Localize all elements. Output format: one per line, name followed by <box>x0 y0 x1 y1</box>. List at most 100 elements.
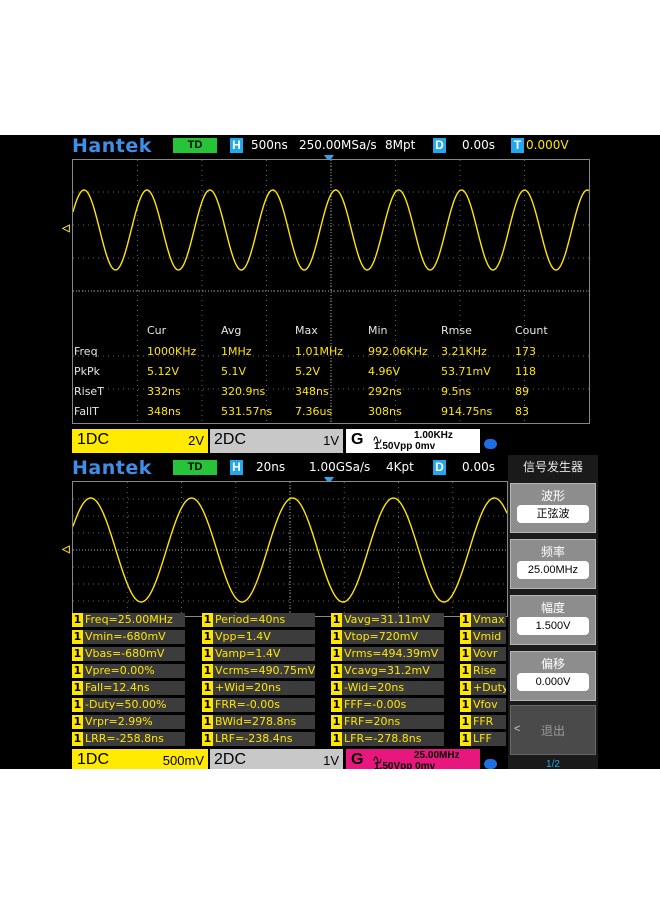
measurement-cell: 1 FRF=20ns <box>331 715 444 729</box>
memory-depth[interactable]: 8Mpt <box>385 138 415 153</box>
ch2-status-bottom[interactable]: 2DC 1V <box>210 749 343 769</box>
measurement-text: Rise <box>473 664 497 677</box>
riset-max: 348ns <box>295 385 329 398</box>
measurement-cell: 1 LRR=-258.8ns <box>72 732 185 746</box>
measurement-text: FFR <box>473 715 494 728</box>
measurement-cell: 1 Vbas=-680mV <box>72 647 185 661</box>
exit-button[interactable]: < 退出 <box>510 705 596 755</box>
measurement-text: LRR=-258.8ns <box>85 732 164 745</box>
h-icon: H <box>230 138 243 153</box>
mode-badge-bottom[interactable]: TD <box>173 460 217 475</box>
frequency-value: 25.00MHz <box>517 561 589 579</box>
delay-value-bottom[interactable]: 0.00s <box>462 460 495 475</box>
ch1-level-marker-bottom[interactable]: ◁ <box>62 545 71 555</box>
channel-number-badge: 1 <box>72 647 83 661</box>
channel-number-badge: 1 <box>72 715 83 729</box>
channel-number-badge: 1 <box>460 664 471 678</box>
amplitude-value: 1.500V <box>517 617 589 635</box>
offset-button[interactable]: 偏移 0.000V <box>510 651 596 701</box>
generator-amplitude-bottom: 1.50Vpp 0mv <box>374 761 436 769</box>
delay-value[interactable]: 0.00s <box>462 138 495 153</box>
channel-number-badge: 1 <box>460 613 471 627</box>
pkpk-min: 4.96V <box>368 365 401 378</box>
waveform-button[interactable]: 波形 正弦波 <box>510 483 596 533</box>
header-max: Max <box>295 324 318 337</box>
signal-generator-menu: 信号发生器 波形 正弦波 频率 25.00MHz 幅度 1.500V 偏移 0.… <box>508 455 598 769</box>
measurement-cell: 1 Vmid <box>460 630 506 644</box>
measurement-text: Vavg=31.11mV <box>344 613 430 626</box>
measurement-cell: 1 Vovr <box>460 647 506 661</box>
channel-number-badge: 1 <box>460 630 471 644</box>
menu-page-indicator[interactable]: 1/2 <box>508 759 598 769</box>
measurement-text: Vrpr=2.99% <box>85 715 153 728</box>
top-status-bar: Hantek TD H 500ns 250.00MSa/s 8Mpt D 0.0… <box>0 135 660 157</box>
channel-number-badge: 1 <box>460 681 471 695</box>
timebase-value[interactable]: 500ns <box>251 138 288 153</box>
pkpk-cur: 5.12V <box>147 365 180 378</box>
measurement-cell: 1 Rise <box>460 664 506 678</box>
ch2-label: 2DC <box>214 431 247 448</box>
ch2-status[interactable]: 2DC 1V <box>210 429 343 453</box>
measurement-text: FRF=20ns <box>344 715 401 728</box>
measurement-text: +Duty <box>473 681 506 694</box>
measurement-text: -Wid=20ns <box>344 681 405 694</box>
row-freq-label: Freq <box>74 345 98 358</box>
memory-depth-bottom[interactable]: 4Kpt <box>386 460 414 475</box>
measurement-cell: 1 +Duty <box>460 681 506 695</box>
channel-number-badge: 1 <box>202 681 213 695</box>
oscilloscope-screen: Hantek TD H 500ns 250.00MSa/s 8Mpt D 0.0… <box>0 135 660 769</box>
measurement-text: Freq=25.00MHz <box>85 613 173 626</box>
measurement-text: Vpp=1.4V <box>215 630 271 643</box>
ch2-scale: 1V <box>323 433 339 448</box>
all-measurements-grid: 1 Freq=25.00MHz 1 Vmin=-680mV 1 Vbas=-680mV 1 V… <box>72 613 506 747</box>
measurement-text: Vfov <box>473 698 498 711</box>
ch2-label-bottom: 2DC <box>214 751 247 768</box>
channel-number-badge: 1 <box>202 732 213 746</box>
brand-logo-bottom: Hantek <box>72 457 152 479</box>
measurement-cell: 1 Vmax <box>460 613 506 627</box>
measurement-cell: 1 Vcrms=490.75mV <box>202 664 315 678</box>
channel-number-badge: 1 <box>202 664 213 678</box>
measurement-cell: 1 Freq=25.00MHz <box>72 613 185 627</box>
mode-badge[interactable]: TD <box>173 138 217 153</box>
ch1-scale: 2V <box>188 433 204 448</box>
amplitude-button[interactable]: 幅度 1.500V <box>510 595 596 645</box>
generator-status[interactable]: G ∿ 1.00KHz 1.50Vpp 0mv <box>346 429 480 453</box>
channel-number-badge: 1 <box>72 664 83 678</box>
channel-number-badge: 1 <box>460 732 471 746</box>
pkpk-count: 118 <box>515 365 536 378</box>
measurement-text: Vbas=-680mV <box>85 647 165 660</box>
fallt-max: 7.36us <box>295 405 333 418</box>
row-fallt-label: FallT <box>74 405 99 418</box>
measurement-cell: 1 Vfov <box>460 698 506 712</box>
usb-icon-bottom <box>484 759 497 769</box>
channel-number-badge: 1 <box>460 698 471 712</box>
channel-number-badge: 1 <box>72 681 83 695</box>
fallt-count: 83 <box>515 405 529 418</box>
ch1-status[interactable]: 1DC 2V <box>72 429 208 453</box>
generator-frequency-bottom: 25.00MHz <box>414 750 460 761</box>
d-icon: D <box>433 138 446 153</box>
pkpk-rmse: 53.71mV <box>441 365 491 378</box>
ch1-status-bottom[interactable]: 1DC 500mV <box>72 749 208 769</box>
measurement-text: LFF <box>473 732 492 745</box>
measurement-cell: 1 Vamp=1.4V <box>202 647 315 661</box>
freq-cur: 1000KHz <box>147 345 197 358</box>
measurement-text: Period=40ns <box>215 613 286 626</box>
header-cur: Cur <box>147 324 167 337</box>
timebase-value-bottom[interactable]: 20ns <box>256 460 285 475</box>
trigger-level[interactable]: 0.000V <box>526 138 569 153</box>
bottom-waveform-display[interactable] <box>72 481 508 617</box>
measurement-cell: 1 Vrms=494.39mV <box>331 647 444 661</box>
channel-number-badge: 1 <box>202 647 213 661</box>
generator-status-bottom[interactable]: G ∿ 25.00MHz 1.50Vpp 0mv <box>346 749 480 769</box>
top-waveform-svg <box>73 160 589 423</box>
measurement-text: Vmin=-680mV <box>85 630 166 643</box>
measurement-cell: 1 LRF=-238.4ns <box>202 732 315 746</box>
fallt-min: 308ns <box>368 405 402 418</box>
measurement-text: Vmax <box>473 613 505 626</box>
measurement-text: Fall=12.4ns <box>85 681 150 694</box>
fallt-rmse: 914.75ns <box>441 405 493 418</box>
frequency-button[interactable]: 频率 25.00MHz <box>510 539 596 589</box>
ch1-level-marker[interactable]: ◁ <box>62 224 71 234</box>
